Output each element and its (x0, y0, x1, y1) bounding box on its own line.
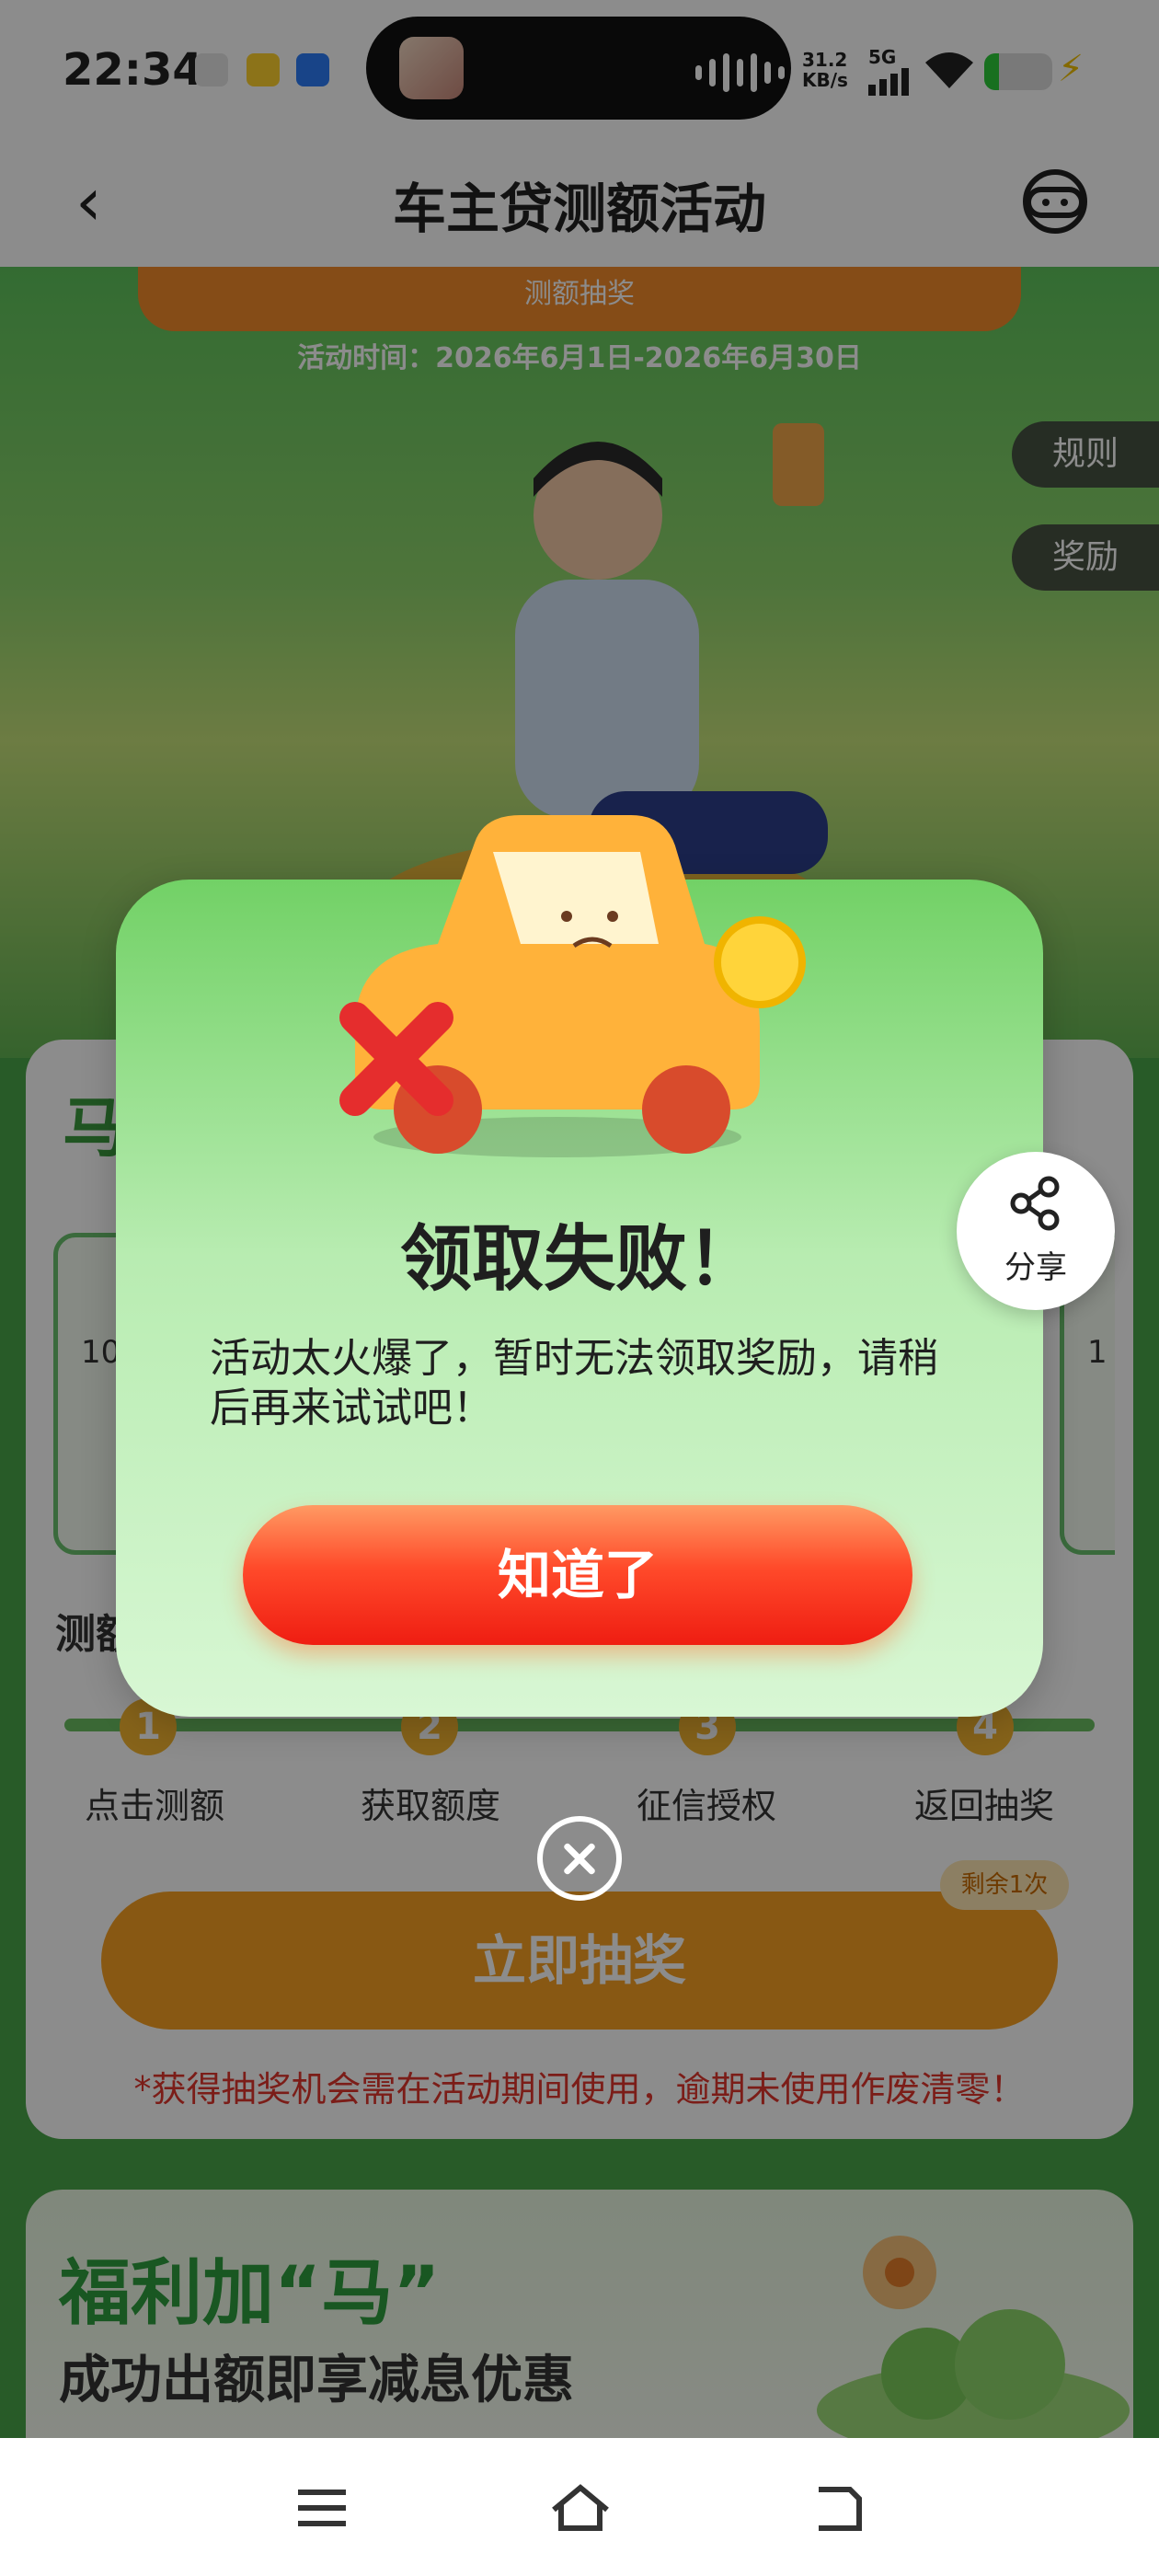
sad-car-illustration (339, 815, 806, 1157)
menu-icon[interactable] (294, 2482, 350, 2534)
system-nav-bar (0, 2438, 1159, 2576)
got-it-button[interactable]: 知道了 (243, 1505, 912, 1645)
close-dialog-icon[interactable] (537, 1816, 622, 1901)
home-icon[interactable] (548, 2482, 609, 2534)
dialog-title: 领取失败！ (399, 1218, 759, 1301)
share-button[interactable]: 分享 (957, 1152, 1115, 1310)
claim-failed-dialog: 领取失败！ 活动太火爆了，暂时无法领取奖励，请稍后再来试试吧！ 知道了 (116, 815, 1043, 1717)
share-label: 分享 (1004, 1249, 1067, 1286)
back-nav-icon[interactable] (809, 2482, 865, 2534)
share-icon (1010, 1176, 1060, 1231)
dialog-message: 活动太火爆了，暂时无法领取奖励，请稍后再来试试吧！ (210, 1335, 938, 1432)
